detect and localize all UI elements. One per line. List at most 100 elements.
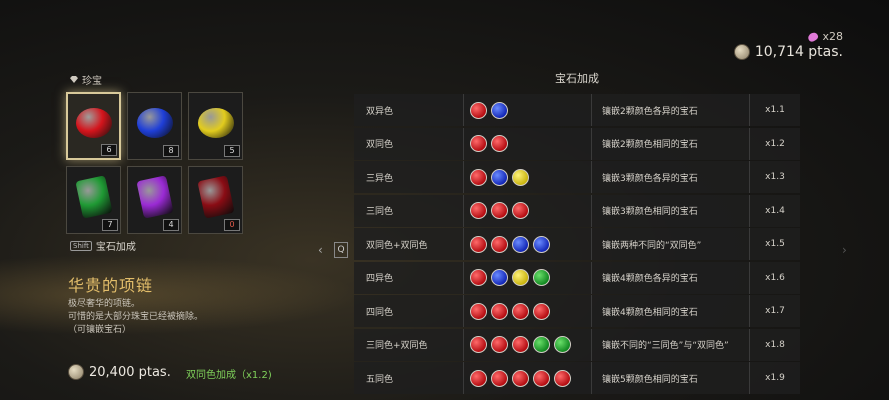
bonus-multiplier: x1.4 (765, 205, 785, 216)
gem-bonus-table-title: 宝石加成 (555, 72, 599, 85)
gem-count: x28 (822, 30, 843, 43)
bonus-gems (464, 161, 592, 193)
red-gem-icon (491, 135, 508, 152)
bonus-name: 双同色+双同色 (354, 228, 464, 260)
blue-gem-icon (491, 269, 508, 286)
bonus-name: 三同色+双同色 (354, 328, 464, 361)
gem-bonus-table: 双异色 镶嵌2颗颜色各异的宝石 x1.1 双同色 镶嵌2颗颜色相同的宝石 x1.2 三异色镶… (354, 94, 800, 396)
red-gem-icon (470, 269, 487, 286)
bonus-multiplier: x1.3 (765, 172, 785, 182)
bonus-row[interactable]: 双同色+双同色 镶嵌两种不同的“双同色” x1.5 (354, 228, 800, 260)
gem-icon (136, 108, 173, 139)
bonus-gems (464, 127, 592, 160)
bonus-description: 镶嵌不同的“三同色”与“双同色” (592, 328, 750, 361)
bonus-gems (464, 328, 592, 361)
bonus-multiplier: x1.7 (765, 306, 785, 316)
bonus-name: 三同色 (354, 194, 464, 227)
bonus-description: 镶嵌5颗颜色相同的宝石 (592, 362, 750, 394)
gem-slot[interactable]: 6 (66, 92, 121, 160)
desc-line: 极尽奢华的项链。 (68, 299, 141, 309)
bonus-description: 镶嵌3颗颜色各异的宝石 (592, 161, 750, 193)
bonus-row[interactable]: 双同色 镶嵌2颗颜色相同的宝石 x1.2 (354, 127, 800, 160)
gem-bonus-shortcut-label: 宝石加成 (95, 242, 136, 253)
bonus-name: 双同色 (354, 127, 464, 160)
gem-icon (135, 175, 174, 220)
gem-icon (197, 108, 234, 139)
bonus-name: 四同色 (354, 295, 464, 327)
money-amount: 10,714 ptas. (754, 44, 843, 60)
gem-icon (75, 108, 112, 139)
gem-count-badge: 4 (163, 219, 179, 231)
red-gem-icon (470, 235, 487, 253)
bonus-multiplier: x1.2 (765, 138, 785, 149)
red-gem-icon (470, 336, 487, 353)
red-gem-icon (470, 101, 487, 119)
red-gem-icon (470, 202, 487, 219)
bonus-row[interactable]: 三异色 镶嵌3颗颜色各异的宝石 x1.3 (354, 161, 800, 193)
diamond-icon (70, 76, 78, 83)
bonus-row[interactable]: 三同色+双同色 镶嵌不同的“三同色”与“双同色” x1.8 (354, 328, 800, 361)
bonus-multiplier: x1.8 (765, 339, 785, 350)
bonus-name: 五同色 (354, 362, 464, 394)
chevron-right-icon[interactable]: › (842, 243, 847, 257)
gem-slot[interactable]: 0 (188, 166, 243, 234)
shift-key-icon: Shift (70, 240, 92, 251)
item-price-value: 20,400 ptas. (89, 364, 171, 380)
gem-count-badge: 5 (224, 145, 240, 157)
desc-line: 可惜的是大部分珠宝已经被摘除。 (68, 312, 204, 322)
blue-gem-icon (512, 235, 529, 253)
item-description: 极尽奢华的项链。 可惜的是大部分珠宝已经被摘除。 （可镶嵌宝石） (68, 298, 203, 337)
bonus-name: 双异色 (354, 94, 464, 126)
desc-line: （可镶嵌宝石） (68, 325, 132, 335)
bonus-row[interactable]: 双异色 镶嵌2颗颜色各异的宝石 x1.1 (354, 94, 800, 126)
red-gem-icon (512, 336, 529, 353)
treasure-header: 珍宝 (70, 72, 102, 87)
red-gem-icon (470, 168, 487, 186)
gem-count-badge: 6 (101, 144, 117, 156)
gem-bonus-shortcut[interactable]: Shift 宝石加成 (70, 238, 136, 253)
gem-slot[interactable]: 5 (188, 92, 243, 160)
bonus-multiplier: x1.1 (765, 105, 785, 115)
red-gem-icon (470, 369, 487, 387)
bonus-row[interactable]: 四同色 镶嵌4颗颜色相同的宝石 x1.7 (354, 295, 800, 327)
item-price: 20,400 ptas. (68, 364, 171, 380)
bonus-row[interactable]: 四异色 镶嵌4颗颜色各异的宝石 x1.6 (354, 261, 800, 294)
bonus-description: 镶嵌4颗颜色相同的宝石 (592, 295, 750, 327)
treasure-label: 珍宝 (82, 76, 102, 87)
bonus-name: 四异色 (354, 261, 464, 294)
bonus-description: 镶嵌2颗颜色各异的宝石 (592, 94, 750, 126)
bonus-multiplier: x1.5 (765, 239, 785, 249)
green-gem-icon (533, 336, 550, 353)
gem-slot[interactable]: 4 (127, 166, 182, 234)
current-bonus: 双同色加成（x1.2) (186, 370, 272, 381)
bonus-gems (464, 295, 592, 327)
red-gem-icon (512, 202, 529, 219)
blue-gem-icon (491, 168, 508, 186)
item-title: 华贵的项链 (68, 276, 154, 295)
chevron-left-icon[interactable]: ‹ (318, 243, 323, 257)
bonus-row[interactable]: 五同色 镶嵌5颗颜色相同的宝石 x1.9 (354, 362, 800, 394)
green-gem-icon (554, 336, 571, 353)
gem-grid: 6 8 5 7 4 0 (66, 92, 244, 234)
gem-slot[interactable]: 8 (127, 92, 182, 160)
red-gem-icon (491, 235, 508, 253)
gem-currency: x28 (807, 30, 843, 43)
red-gem-icon (470, 135, 487, 152)
red-gem-icon (533, 302, 550, 320)
red-gem-icon (554, 369, 571, 387)
bonus-description: 镶嵌4颗颜色各异的宝石 (592, 261, 750, 294)
blue-gem-icon (491, 101, 508, 119)
red-gem-icon (491, 202, 508, 219)
bonus-gems (464, 261, 592, 294)
red-gem-icon (491, 336, 508, 353)
gem-count-badge: 0 (224, 219, 240, 231)
coin-icon (68, 364, 84, 380)
red-gem-icon (491, 302, 508, 320)
red-gem-icon (491, 369, 508, 387)
bonus-gems (464, 362, 592, 394)
bonus-row[interactable]: 三同色 镶嵌3颗颜色相同的宝石 x1.4 (354, 194, 800, 227)
q-key-icon[interactable]: Q (334, 242, 348, 258)
gem-slot[interactable]: 7 (66, 166, 121, 234)
bonus-description: 镶嵌2颗颜色相同的宝石 (592, 127, 750, 160)
yellow-gem-icon (512, 168, 529, 186)
